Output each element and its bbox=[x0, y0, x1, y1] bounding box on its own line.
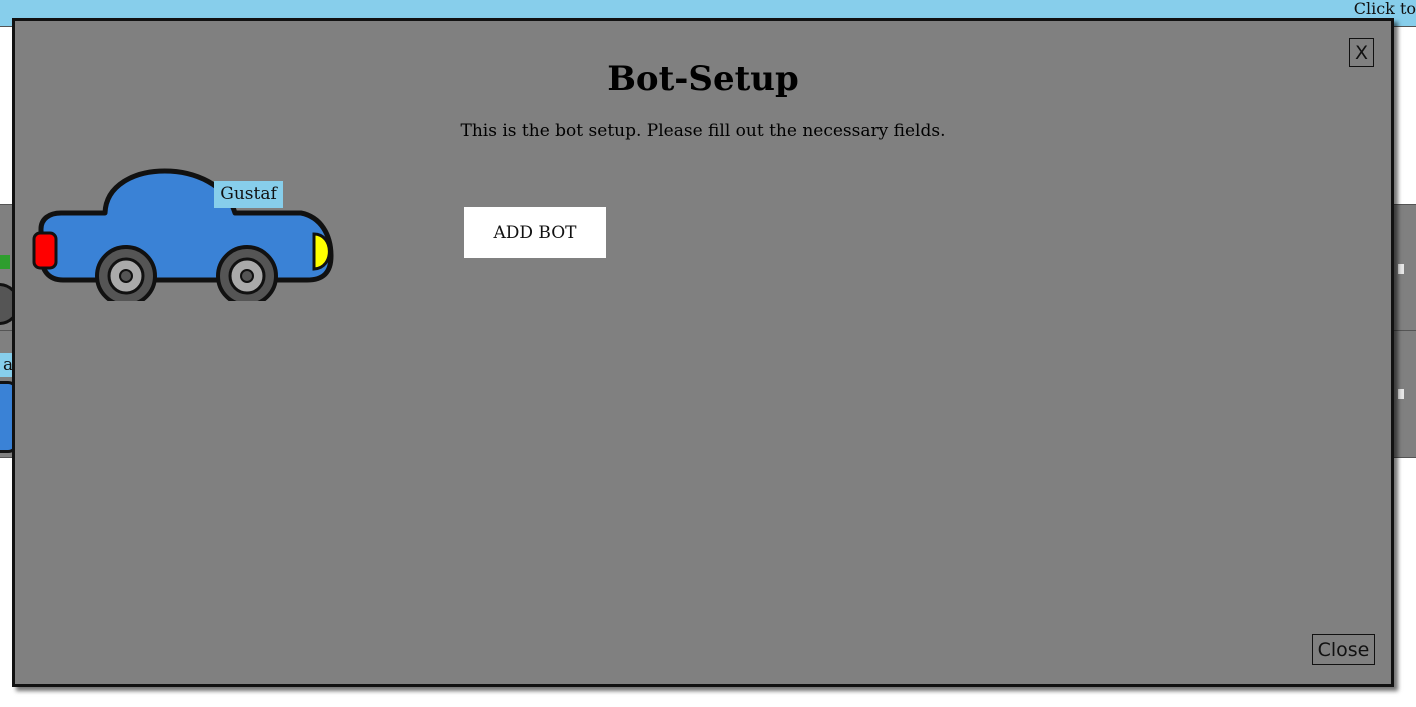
bot-setup-modal: X Bot-Setup This is the bot setup. Pleas… bbox=[12, 18, 1394, 687]
car-body bbox=[38, 168, 334, 283]
modal-title: Bot-Setup bbox=[607, 59, 799, 99]
lane-marker bbox=[1398, 264, 1404, 274]
tail-light bbox=[32, 231, 58, 270]
background-car-green bbox=[0, 255, 10, 269]
top-bar-hint[interactable]: Click to bbox=[1354, 0, 1416, 18]
lane-marker bbox=[1398, 389, 1404, 399]
modal-description: This is the bot setup. Please fill out t… bbox=[460, 121, 946, 141]
rear-wheel bbox=[95, 245, 157, 301]
bot-name-label: Gustaf bbox=[214, 181, 283, 208]
car-icon bbox=[32, 168, 334, 301]
close-button[interactable]: Close bbox=[1312, 634, 1375, 665]
add-bot-button[interactable]: ADD BOT bbox=[464, 207, 606, 258]
front-wheel bbox=[216, 245, 278, 301]
